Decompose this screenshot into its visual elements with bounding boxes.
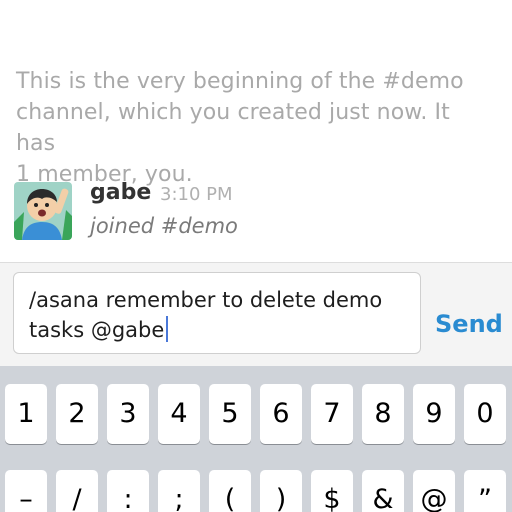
key-9[interactable]: 9 xyxy=(413,384,455,444)
key-3[interactable]: 3 xyxy=(107,384,149,444)
message-time: 3:10 PM xyxy=(160,184,233,205)
chat-screen: This is the very beginning of the #demo … xyxy=(0,0,512,512)
channel-intro: This is the very beginning of the #demo … xyxy=(16,66,496,190)
message-item: gabe 3:10 PM joined #demo xyxy=(14,180,494,242)
key-0[interactable]: 0 xyxy=(464,384,506,444)
channel-intro-line: This is the very beginning of the #demo xyxy=(16,69,464,94)
key-1[interactable]: 1 xyxy=(5,384,47,444)
key-8[interactable]: 8 xyxy=(362,384,404,444)
channel-intro-line: channel, which you created just now. It … xyxy=(16,100,450,156)
key-dash[interactable]: – xyxy=(5,470,47,512)
message-input-line: /asana remember to delete demo xyxy=(29,288,383,312)
message-text: joined #demo xyxy=(90,214,238,238)
message-input-text: /asana remember to delete demo tasks @ga… xyxy=(29,285,414,345)
key-open-paren[interactable]: ( xyxy=(209,470,251,512)
key-5[interactable]: 5 xyxy=(209,384,251,444)
message-composer: /asana remember to delete demo tasks @ga… xyxy=(0,262,512,367)
key-slash[interactable]: / xyxy=(56,470,98,512)
key-semicolon[interactable]: ; xyxy=(158,470,200,512)
key-colon[interactable]: : xyxy=(107,470,149,512)
message-input[interactable]: /asana remember to delete demo tasks @ga… xyxy=(13,272,421,354)
key-7[interactable]: 7 xyxy=(311,384,353,444)
keyboard: 1 2 3 4 5 6 7 8 9 0 – / : ; ( ) $ & @ ” xyxy=(0,366,512,512)
key-ampersand[interactable]: & xyxy=(362,470,404,512)
key-6[interactable]: 6 xyxy=(260,384,302,444)
key-at[interactable]: @ xyxy=(413,470,455,512)
text-caret xyxy=(166,316,169,342)
key-4[interactable]: 4 xyxy=(158,384,200,444)
key-2[interactable]: 2 xyxy=(56,384,98,444)
key-quote[interactable]: ” xyxy=(464,470,506,512)
key-dollar[interactable]: $ xyxy=(311,470,353,512)
key-close-paren[interactable]: ) xyxy=(260,470,302,512)
message-input-line: tasks @gabe xyxy=(29,318,165,342)
send-button[interactable]: Send xyxy=(435,310,503,338)
message-input-line-with-caret: tasks @gabe xyxy=(29,315,414,345)
avatar-image xyxy=(14,182,72,240)
message-author[interactable]: gabe xyxy=(90,180,151,205)
avatar[interactable] xyxy=(14,182,72,240)
